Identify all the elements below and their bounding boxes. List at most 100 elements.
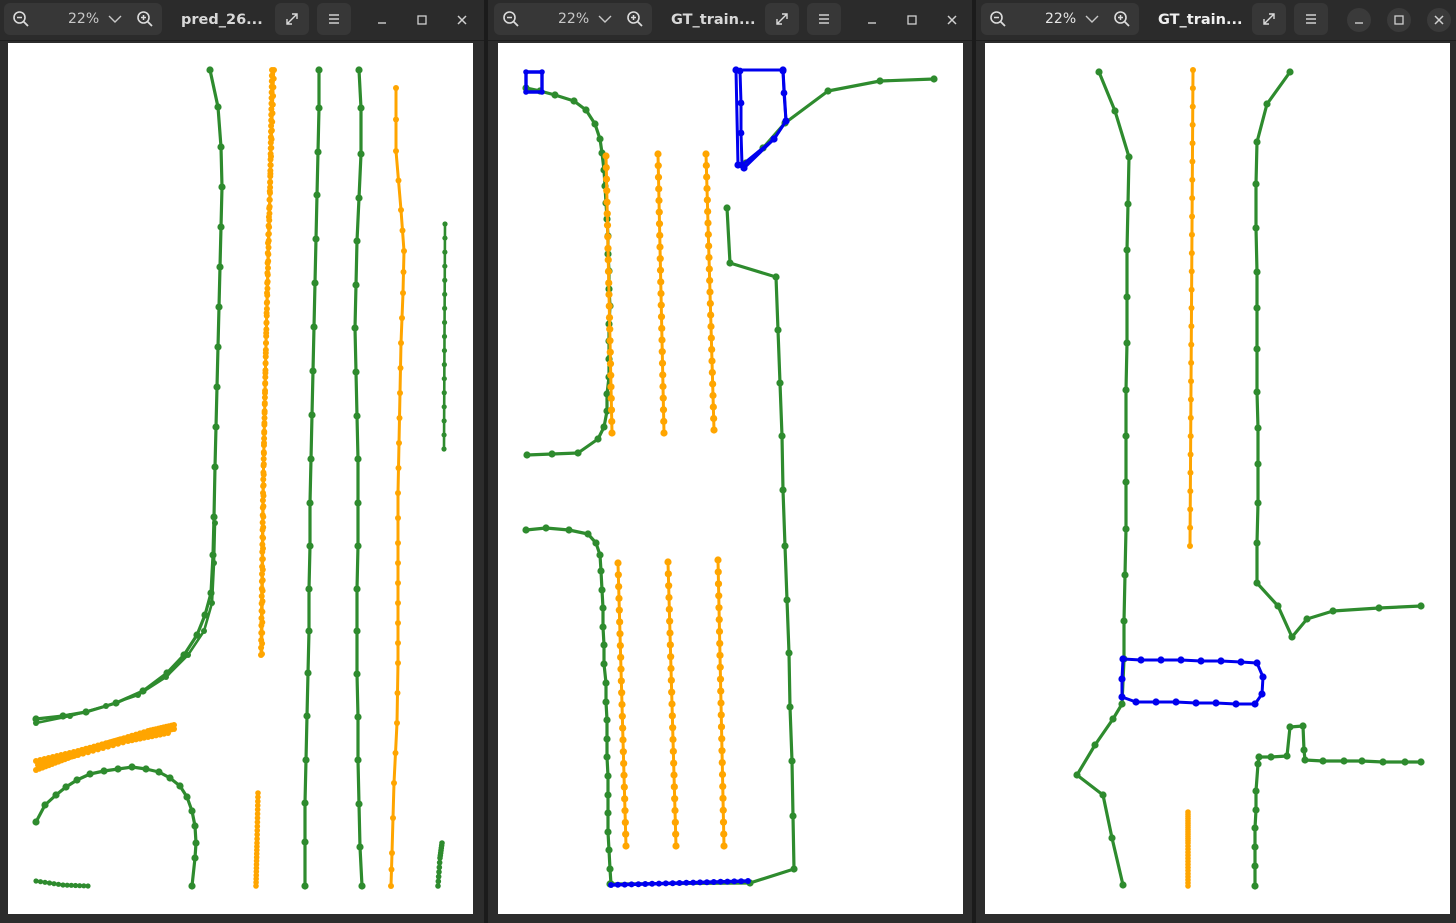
pred-green-lane-line-1-vertex — [305, 627, 313, 635]
image-viewer-window-1: 22% pred_26... — [0, 0, 484, 923]
gt-orange-lane-lower-3 — [714, 556, 728, 850]
main-menu-button[interactable] — [807, 3, 841, 35]
pred-green-curb-left-1-vertex — [215, 303, 223, 311]
gt-orange-lane-lower-2-vertex — [672, 842, 680, 850]
image-canvas[interactable] — [498, 43, 963, 914]
pred-green-lane-line-1-vertex — [301, 838, 309, 846]
pred-green-curb-left-1-vertex — [212, 423, 220, 431]
gt3-green-curb-right-vertex — [1254, 499, 1262, 507]
zoom-level-dropdown[interactable]: 22% — [68, 3, 123, 35]
gt-green-curb-upper-left-vertex — [548, 450, 556, 458]
pred-green-lane-line-1-vertex — [306, 542, 314, 550]
gt-orange-lane-upper-1-vertex — [604, 267, 613, 276]
gt-orange-lane-upper-3-vertex — [707, 322, 715, 331]
hamburger-menu-icon — [329, 14, 339, 24]
gt3-green-curb-right-vertex — [1253, 345, 1261, 353]
gt-green-road-boundary-right-vertex — [723, 204, 731, 212]
gt-orange-lane-upper-2-vertex — [658, 336, 666, 344]
gt-blue-crosswalk-top-right-dots-vertex — [737, 99, 745, 107]
pred-orange-lane-line-3-vertex — [393, 85, 399, 91]
pred-orange-divider-2-vertex — [265, 231, 272, 238]
gt3-green-curb-left-vertex — [1108, 834, 1116, 842]
gt-orange-lane-upper-1-vertex — [603, 221, 612, 229]
gt-orange-lane-upper-1-vertex — [608, 429, 616, 437]
gt-blue-crosswalk-bottom-vertex — [717, 878, 724, 885]
zoom-in-button[interactable] — [1105, 3, 1139, 35]
pred-green-lane-line-2-vertex — [356, 843, 364, 851]
close-button[interactable] — [940, 8, 964, 32]
pred-green-curb-bottom-left-vertex — [41, 801, 49, 809]
pred-orange-divider-2-vertex — [259, 640, 266, 647]
zoom-level-dropdown[interactable]: 22% — [558, 3, 613, 35]
gt-blue-crosswalk-top-right-dots-vertex — [737, 129, 745, 137]
image-canvas[interactable] — [985, 43, 1450, 914]
minimize-button[interactable] — [860, 8, 884, 32]
gt-orange-lane-lower-1-vertex — [619, 748, 627, 756]
gt-orange-lane-upper-3-vertex — [708, 345, 716, 354]
zoom-level-dropdown[interactable]: 22% — [1045, 3, 1100, 35]
gt-green-curb-lower-left-vertex — [584, 530, 592, 538]
maximize-button[interactable] — [410, 8, 434, 32]
pred-orange-lane-line-3-vertex — [395, 177, 402, 184]
gt-green-curb-lower-left-vertex — [602, 698, 610, 706]
gt3-green-curb-right-vertex — [1303, 615, 1311, 623]
zoom-in-button[interactable] — [128, 3, 162, 35]
gt-orange-lane-upper-2-vertex — [656, 231, 664, 239]
zoom-out-button[interactable] — [981, 3, 1015, 35]
pred-green-lane-line-2-vertex — [354, 713, 362, 721]
gt3-blue-crosswalk-vertex — [1237, 658, 1245, 666]
close-button[interactable] — [450, 8, 474, 32]
fullscreen-button[interactable] — [1252, 3, 1286, 35]
main-menu-button[interactable] — [317, 3, 351, 35]
gt-orange-lane-lower-1-vertex — [619, 724, 627, 732]
gt-orange-lane-lower-1-vertex — [620, 759, 628, 768]
maximize-button[interactable] — [1387, 8, 1411, 32]
gt-orange-lane-lower-1-vertex — [618, 689, 626, 697]
maximize-button[interactable] — [900, 8, 924, 32]
gt-orange-lane-upper-3-vertex — [710, 414, 718, 423]
gt3-green-curb-left-vertex — [1123, 246, 1131, 254]
pred-green-stub-bottom-left-vertex — [51, 881, 57, 887]
gt3-green-curb-left-vertex — [1123, 293, 1131, 301]
zoom-in-icon — [1114, 11, 1130, 27]
gt-orange-lane-lower-3-vertex — [717, 699, 725, 707]
pred-orange-lane-line-3-vertex — [394, 720, 400, 726]
pred-green-lane-line-2 — [351, 66, 366, 890]
fullscreen-button[interactable] — [275, 3, 309, 35]
gt-orange-lane-lower-1-vertex — [616, 618, 624, 626]
pred-green-fragment-right-vertex — [442, 249, 448, 255]
pred-green-lane-line-2-vertex — [351, 324, 359, 332]
zoom-out-button[interactable] — [494, 3, 528, 35]
gt3-orange-stub-bottom — [1185, 809, 1191, 889]
minimize-button[interactable] — [1347, 8, 1371, 32]
pred-orange-lane-line-3-vertex — [394, 690, 401, 696]
pred-orange-divider-2-vertex — [267, 162, 274, 169]
pred-orange-lane-line-3-vertex — [395, 620, 401, 626]
zoom-out-button[interactable] — [4, 3, 38, 35]
gt3-orange-divider-vertex — [1188, 378, 1195, 385]
pred-green-fragment-right-vertex — [441, 362, 447, 368]
gt-orange-lane-lower-1-vertex — [620, 771, 628, 779]
pred-orange-divider-2-vertex — [270, 84, 277, 91]
gt-orange-lane-upper-2-vertex — [654, 150, 662, 158]
minimize-button[interactable] — [370, 8, 394, 32]
pred-green-fragment-right-vertex — [441, 347, 448, 354]
gt-green-curb-upper-left — [522, 84, 614, 459]
image-canvas[interactable] — [8, 43, 473, 914]
gt3-orange-divider-vertex — [1189, 213, 1196, 220]
main-menu-button[interactable] — [1294, 3, 1328, 35]
fullscreen-button[interactable] — [765, 3, 799, 35]
pred-orange-divider-2-vertex — [264, 290, 270, 296]
gt-orange-lane-lower-3-vertex — [716, 663, 724, 671]
gt-orange-lane-upper-2-vertex — [659, 382, 667, 391]
pred-green-curb-bottom-left-vertex — [192, 839, 200, 847]
gt-orange-lane-upper-1-vertex — [603, 198, 611, 206]
pred-orange-divider-2-vertex — [259, 629, 266, 636]
gt-green-upper-right-curve — [742, 75, 938, 167]
pred-green-lane-line-2-vertex — [352, 281, 360, 289]
close-button[interactable] — [1427, 8, 1451, 32]
gt-green-curb-lower-left-vertex — [603, 735, 611, 743]
gt-orange-lane-lower-3-vertex — [717, 687, 725, 695]
gt3-green-curb-bottom-right-vertex — [1252, 787, 1260, 795]
zoom-in-button[interactable] — [618, 3, 652, 35]
